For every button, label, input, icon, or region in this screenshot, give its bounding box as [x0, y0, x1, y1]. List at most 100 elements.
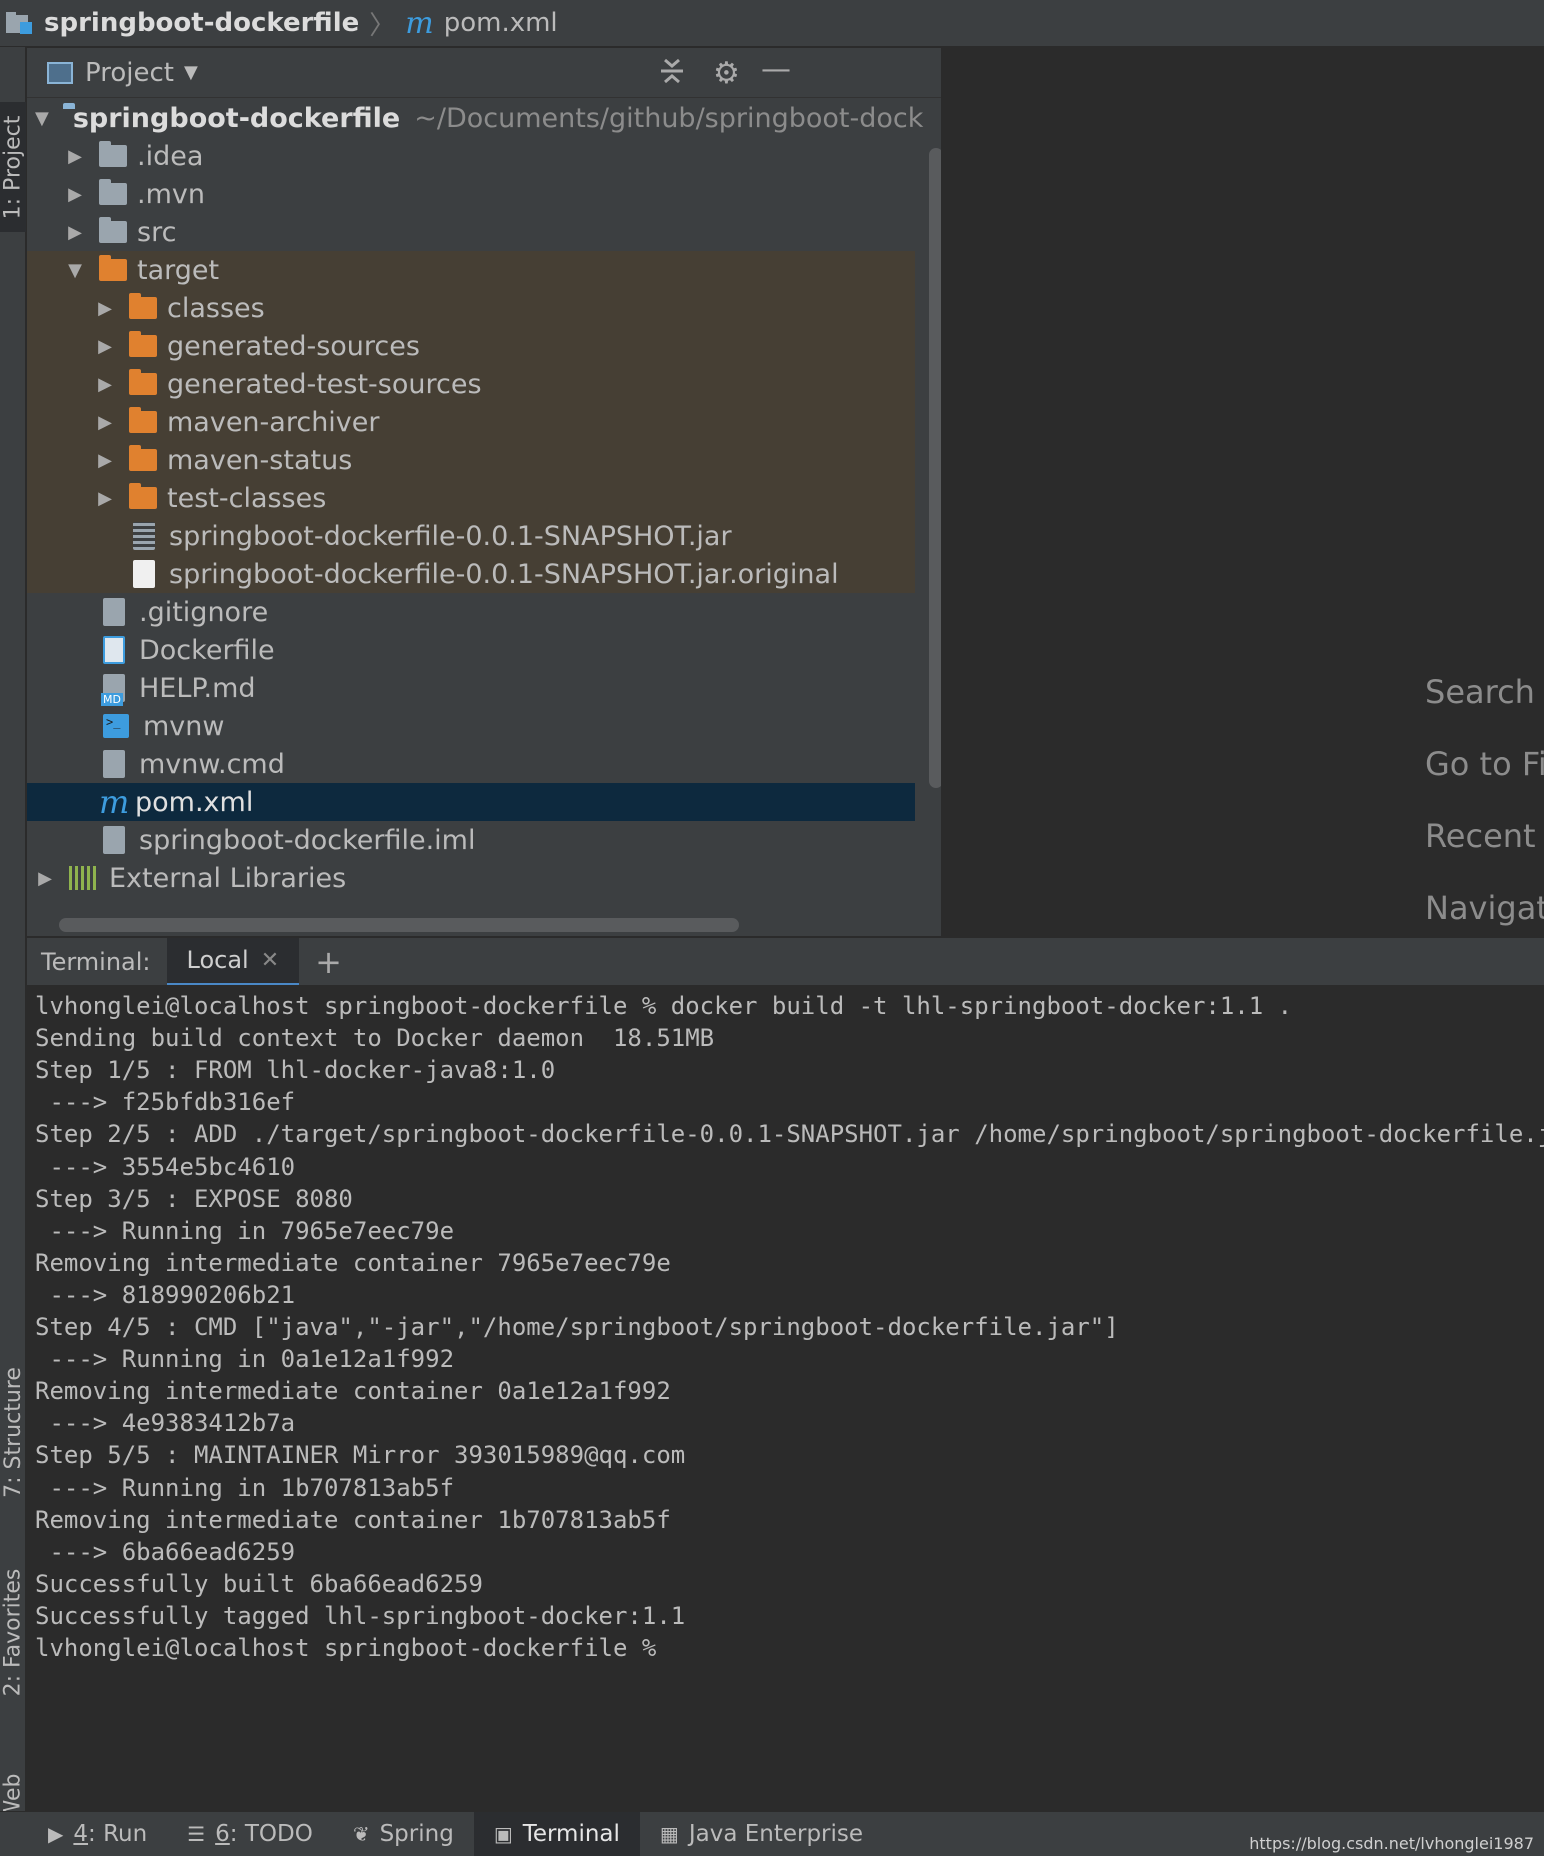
- iml-icon: [103, 826, 125, 854]
- tree-item-label: springboot-dockerfile.iml: [139, 824, 476, 856]
- tree-item[interactable]: springboot-dockerfile-0.0.1-SNAPSHOT.jar: [27, 517, 915, 555]
- tree-item-label: mvnw: [143, 710, 225, 742]
- bottom-tab-number: 4: [73, 1821, 89, 1847]
- collapsed-arrow-icon[interactable]: ▶: [95, 488, 115, 509]
- bottom-tab-todo[interactable]: ☰ 6: TODO: [167, 1812, 333, 1856]
- text-file-icon: [103, 598, 125, 626]
- collapse-all-icon[interactable]: [659, 56, 685, 94]
- tree-item[interactable]: ▶ test-classes: [27, 479, 915, 517]
- spring-icon: ❦: [352, 1822, 370, 1846]
- search-everywhere-hint: Search E: [1425, 673, 1544, 711]
- project-panel-header: Project ▼ ⚙ —: [27, 48, 941, 98]
- collapsed-arrow-icon[interactable]: ▶: [65, 222, 85, 243]
- project-view-selector[interactable]: Project: [85, 58, 174, 88]
- tree-item-label: generated-test-sources: [167, 368, 482, 400]
- hide-panel-icon[interactable]: —: [761, 52, 791, 87]
- favorites-tool-tab[interactable]: 2: Favorites: [0, 1557, 26, 1707]
- collapsed-arrow-icon[interactable]: ▶: [95, 336, 115, 357]
- tree-item[interactable]: ▶ maven-archiver: [27, 403, 915, 441]
- watermark-url: https://blog.csdn.net/lvhonglei1987: [1249, 1834, 1534, 1853]
- collapsed-arrow-icon[interactable]: ▶: [65, 146, 85, 167]
- tree-item-label: .mvn: [137, 178, 205, 210]
- tree-item-label: test-classes: [167, 482, 327, 514]
- tree-item[interactable]: ▶ .mvn: [27, 175, 915, 213]
- markdown-icon: [101, 674, 125, 706]
- horizontal-scrollbar[interactable]: [59, 918, 739, 932]
- excluded-folder-icon: [99, 255, 127, 281]
- tree-item[interactable]: springboot-dockerfile-0.0.1-SNAPSHOT.jar…: [27, 555, 915, 593]
- expanded-arrow-icon[interactable]: ▼: [65, 260, 85, 281]
- navigation-bar-hint: Navigat: [1425, 889, 1544, 927]
- breadcrumb-project[interactable]: springboot-dockerfile: [44, 8, 359, 38]
- tree-item[interactable]: ▶ classes: [27, 289, 915, 327]
- terminal-output[interactable]: lvhonglei@localhost springboot-dockerfil…: [27, 985, 1544, 1811]
- tree-item[interactable]: ▼ springboot-dockerfile ~/Documents/github…: [27, 99, 923, 137]
- tree-item-label: generated-sources: [167, 330, 420, 362]
- tree-item[interactable]: .gitignore: [27, 593, 915, 631]
- excluded-folder-icon: [129, 331, 157, 357]
- chevron-down-icon[interactable]: ▼: [184, 62, 198, 83]
- gear-icon[interactable]: ⚙: [713, 56, 740, 91]
- tree-item-label: mvnw.cmd: [139, 748, 285, 780]
- expanded-arrow-icon[interactable]: ▼: [35, 108, 49, 129]
- run-icon: ▶: [48, 1822, 64, 1846]
- terminal-line: lvhonglei@localhost springboot-dockerfil…: [35, 1634, 671, 1662]
- tree-item-label: maven-status: [167, 444, 353, 476]
- bottom-tab-java-enterprise[interactable]: ▦ Java Enterprise: [640, 1812, 883, 1856]
- collapsed-arrow-icon[interactable]: ▶: [35, 868, 55, 889]
- tree-item[interactable]: ▶ .idea: [27, 137, 915, 175]
- project-tool-tab[interactable]: 1: Project: [0, 102, 26, 232]
- tree-item[interactable]: m pom.xml: [27, 783, 915, 821]
- terminal-label: Terminal:: [41, 947, 151, 976]
- file-icon: [133, 560, 155, 588]
- tree-item-label: pom.xml: [135, 786, 254, 818]
- tree-item[interactable]: Dockerfile: [27, 631, 915, 669]
- tree-item[interactable]: ▶ src: [27, 213, 915, 251]
- excluded-folder-icon: [129, 407, 157, 433]
- bottom-tab-terminal[interactable]: ▣ Terminal: [473, 1811, 640, 1856]
- project-view-icon: [47, 61, 73, 84]
- tree-item[interactable]: mvnw: [27, 707, 915, 745]
- tree-item[interactable]: mvnw.cmd: [27, 745, 915, 783]
- tree-item[interactable]: ▶ External Libraries: [27, 859, 915, 897]
- tree-item[interactable]: ▼ target: [27, 251, 915, 289]
- tree-item-label: maven-archiver: [167, 406, 380, 438]
- close-icon[interactable]: ✕: [261, 948, 279, 973]
- tree-item-path: ~/Documents/github/springboot-dock: [414, 102, 924, 134]
- new-terminal-icon[interactable]: +: [315, 943, 342, 981]
- left-tool-stripe: 1: Project 7: Structure 2: Favorites Web: [0, 47, 26, 1821]
- tree-item-label: .gitignore: [139, 596, 269, 628]
- tree-item[interactable]: ▶ maven-status: [27, 441, 915, 479]
- bottom-tab-spring[interactable]: ❦ Spring: [333, 1812, 474, 1856]
- collapsed-arrow-icon[interactable]: ▶: [95, 298, 115, 319]
- editor-empty-area: Search E Go to Fi Recent F Navigat: [943, 48, 1544, 936]
- tree-item-label: target: [137, 254, 220, 286]
- tree-item-label: .idea: [137, 140, 204, 172]
- excluded-folder-icon: [129, 293, 157, 319]
- tree-item-label: springboot-dockerfile-0.0.1-SNAPSHOT.jar: [169, 520, 732, 552]
- excluded-folder-icon: [129, 369, 157, 395]
- vertical-scrollbar[interactable]: [929, 148, 941, 788]
- maven-icon: m: [405, 5, 434, 41]
- breadcrumb-file[interactable]: pom.xml: [444, 8, 558, 38]
- tree-item[interactable]: springboot-dockerfile.iml: [27, 821, 915, 859]
- bottom-tab-run[interactable]: ▶ 4: Run: [28, 1812, 167, 1856]
- excluded-folder-icon: [129, 483, 157, 509]
- bottom-tab-label: Java Enterprise: [688, 1821, 864, 1847]
- collapsed-arrow-icon[interactable]: ▶: [65, 184, 85, 205]
- tree-item[interactable]: HELP.md: [27, 669, 915, 707]
- collapsed-arrow-icon[interactable]: ▶: [95, 374, 115, 395]
- folder-icon: [99, 217, 127, 243]
- structure-tool-tab[interactable]: 7: Structure: [0, 1352, 26, 1512]
- module-folder-icon: [6, 10, 34, 36]
- tree-item[interactable]: ▶ generated-sources: [27, 327, 915, 365]
- tree-item-label: springboot-dockerfile: [72, 102, 401, 134]
- recent-files-hint: Recent F: [1425, 817, 1544, 855]
- collapsed-arrow-icon[interactable]: ▶: [95, 412, 115, 433]
- breadcrumb-separator-icon: 〉: [369, 10, 396, 41]
- tree-item[interactable]: ▶ generated-test-sources: [27, 365, 915, 403]
- todo-icon: ☰: [187, 1822, 206, 1846]
- dockerfile-icon: [103, 636, 125, 664]
- collapsed-arrow-icon[interactable]: ▶: [95, 450, 115, 471]
- terminal-tab-local[interactable]: Local ✕: [166, 937, 300, 986]
